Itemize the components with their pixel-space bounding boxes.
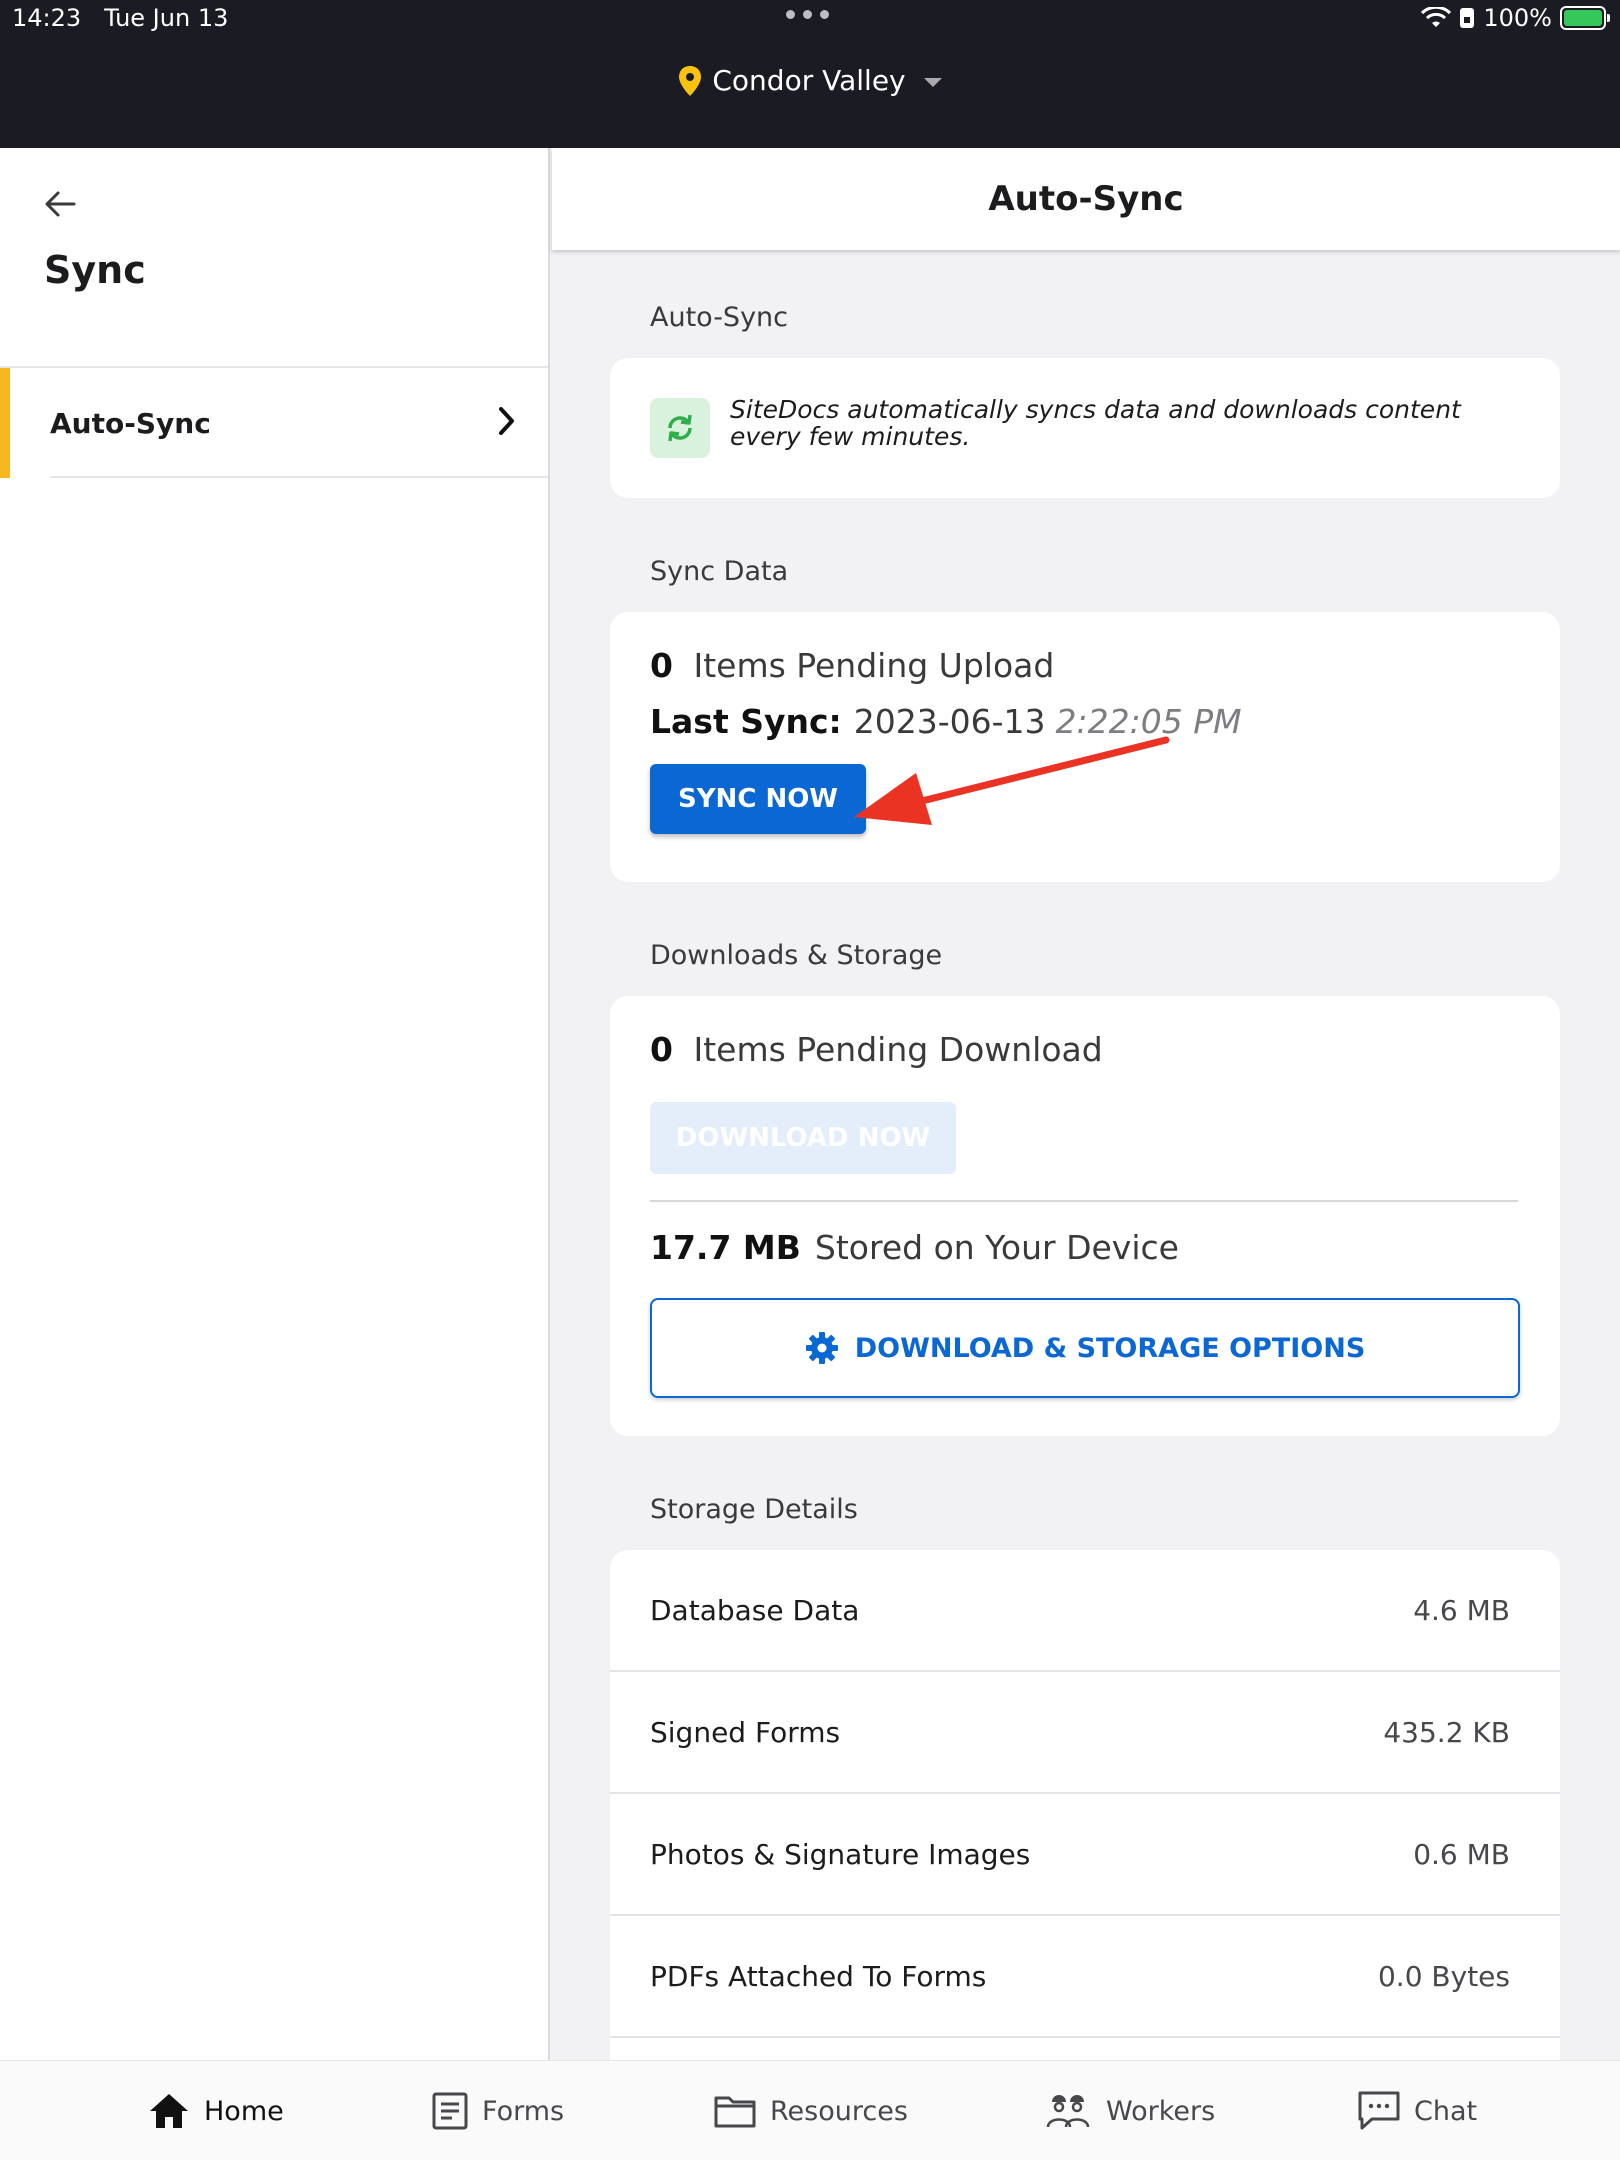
last-sync-label: Last Sync: [650,702,842,741]
folder-icon [714,2096,756,2128]
stored-size: 17.7 MB [650,1228,801,1267]
nav-label: Workers [1106,2095,1216,2127]
storage-row-photos: Photos & Signature Images 0.6 MB [610,1794,1560,1916]
storage-row-value: 0.6 MB [1413,1837,1510,1871]
workers-icon [1046,2095,1090,2128]
options-button-label: DOWNLOAD & STORAGE OPTIONS [854,1332,1366,1364]
download-storage-options-button[interactable]: DOWNLOAD & STORAGE OPTIONS [650,1298,1520,1398]
bottom-nav: Home Forms Resources Workers Chat [0,2060,1620,2160]
last-sync-date: 2023-06-13 [853,702,1046,741]
section-label-downloads: Downloads & Storage [650,940,943,971]
sidebar-item-label: Auto-Sync [50,406,211,440]
divider [650,1200,1518,1202]
storage-row-pdfs: PDFs Attached To Forms 0.0 Bytes [610,1916,1560,2038]
nav-label: Forms [482,2095,565,2127]
battery-percent: 100% [1483,4,1552,32]
section-label-auto-sync: Auto-Sync [650,302,789,333]
multitask-dots[interactable] [786,10,829,19]
sidebar-item-auto-sync[interactable]: Auto-Sync [0,368,548,478]
storage-row-name: PDFs Attached To Forms [650,1959,987,1993]
pending-download-text: Items Pending Download [693,1030,1103,1069]
location-pin-icon [679,65,702,96]
home-icon [150,2094,188,2128]
nav-item-resources[interactable]: Resources [714,2061,908,2160]
storage-details-card: Database Data 4.6 MB Signed Forms 435.2 … [610,1550,1560,2060]
last-sync-time: 2:22:05 PM [1055,702,1242,741]
pending-upload-text: Items Pending Upload [693,646,1055,685]
top-bar: 14:23 Tue Jun 13 100% Condor Valley [0,0,1620,148]
section-label-storage-details: Storage Details [650,1494,858,1525]
storage-row-value: 4.6 MB [1413,1593,1510,1627]
storage-row-database: Database Data 4.6 MB [610,1550,1560,1672]
lock-rotation-icon [1460,8,1475,28]
chat-icon [1358,2091,1400,2130]
pending-upload: 0 Items Pending Upload [650,646,1054,685]
downloads-card: 0 Items Pending Download DOWNLOAD NOW 17… [610,996,1560,1436]
battery-icon [1560,6,1610,30]
sync-data-card: 0 Items Pending Upload Last Sync: 2023-06… [610,612,1560,882]
storage-row-value: 0.0 Bytes [1377,1959,1510,1993]
pending-upload-count: 0 [650,646,673,685]
nav-label: Home [204,2095,284,2127]
sidebar: Sync Auto-Sync [0,148,550,2060]
nav-item-chat[interactable]: Chat [1358,2061,1477,2160]
back-arrow-icon[interactable] [40,184,80,224]
nav-item-home[interactable]: Home [148,2061,284,2160]
nav-item-forms[interactable]: Forms [432,2061,564,2160]
auto-sync-info-card: SiteDocs automatically syncs data and do… [610,358,1560,498]
storage-row-value: 435.2 KB [1383,1715,1510,1749]
stored-on-device: 17.7 MB Stored on Your Device [650,1228,1179,1267]
auto-sync-description: SiteDocs automatically syncs data and do… [730,395,1461,451]
chevron-down-icon [923,78,942,87]
nav-label: Resources [770,2095,908,2127]
site-selector[interactable]: Condor Valley [0,64,1620,97]
nav-item-workers[interactable]: Workers [1044,2061,1215,2160]
stored-text: Stored on Your Device [814,1228,1179,1267]
pending-download: 0 Items Pending Download [650,1030,1103,1069]
pending-download-count: 0 [650,1030,673,1069]
storage-row-name: Photos & Signature Images [650,1837,1031,1871]
wifi-icon [1421,7,1452,27]
status-indicators: 100% [1421,4,1610,32]
sidebar-title: Sync [44,248,146,292]
storage-row-signed-forms: Signed Forms 435.2 KB [610,1672,1560,1794]
section-label-sync-data: Sync Data [650,556,789,587]
status-time: 14:23 Tue Jun 13 [12,4,229,32]
divider [50,476,548,478]
chevron-right-icon [499,407,514,435]
gear-icon [805,1332,838,1364]
storage-row-name: Signed Forms [650,1715,841,1749]
active-indicator [0,368,10,478]
nav-label: Chat [1414,2095,1478,2127]
download-now-button[interactable]: DOWNLOAD NOW [650,1102,956,1174]
sync-icon [650,398,710,458]
forms-icon [432,2092,468,2130]
site-name: Condor Valley [712,64,906,97]
sync-now-button[interactable]: SYNC NOW [650,764,866,834]
page-title: Auto-Sync [552,148,1620,250]
storage-row-name: Database Data [650,1593,860,1627]
last-sync: Last Sync: 2023-06-13 2:22:05 PM [650,702,1242,741]
